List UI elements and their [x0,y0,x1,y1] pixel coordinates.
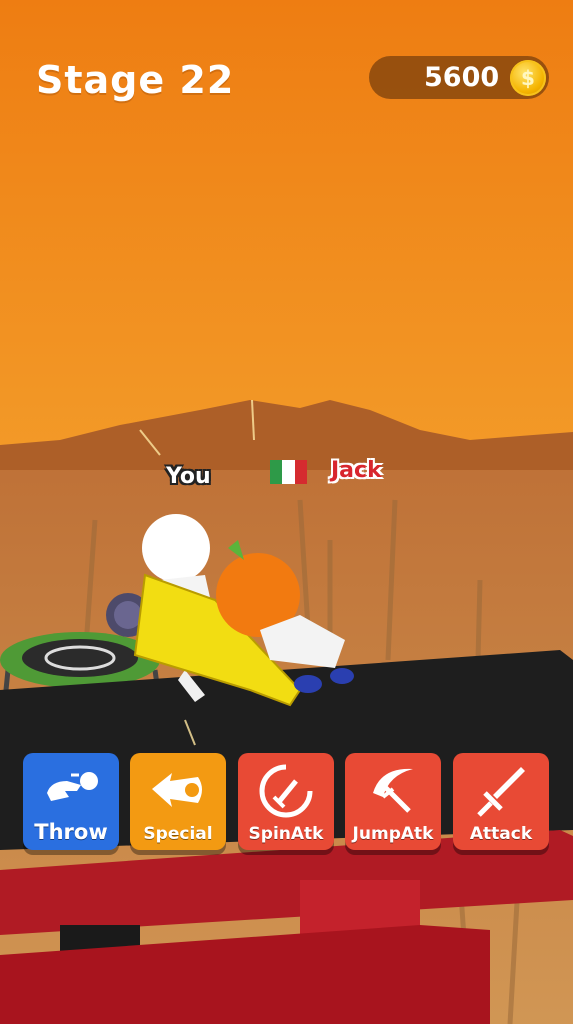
throw-icon [47,772,98,801]
coin-count: 5600 [424,62,500,93]
sword-icon [477,767,525,817]
jump-attack-button[interactable]: JumpAtk [345,753,441,850]
spin-attack-button[interactable]: SpinAtk [238,753,334,850]
special-button[interactable]: Special [130,753,226,850]
player-name-tag: You [166,464,211,489]
game-scene [0,0,573,1024]
jump-attack-label: JumpAtk [352,824,434,844]
special-label: Special [143,824,213,844]
jump-attack-icon [373,768,413,813]
stage-label: Stage 22 [36,58,235,102]
coin-icon: $ [510,60,546,96]
spin-attack-icon [259,764,313,818]
spin-attack-label: SpinAtk [248,824,324,844]
throw-button[interactable]: Throw [23,753,119,850]
attack-label: Attack [469,824,533,844]
italy-flag-icon [270,460,307,484]
special-icon [152,773,202,807]
opponent-name-tag: Jack [331,458,382,483]
throw-label: Throw [34,820,108,844]
attack-button[interactable]: Attack [453,753,549,850]
